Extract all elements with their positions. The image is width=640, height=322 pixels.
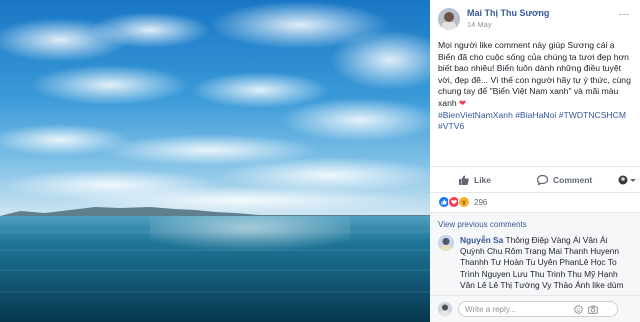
comment-body: Nguyễn Sa Thông Điệp Vàng Ái Vân Ái Quỳn… xyxy=(460,235,632,291)
post-photo[interactable] xyxy=(0,0,430,322)
wow-reaction-icon xyxy=(458,196,470,208)
reply-composer: Write a reply... xyxy=(430,295,640,322)
post-viewer: Mai Thị Thu Sương 14 May ··· Mọi người l… xyxy=(0,0,640,322)
more-options-icon[interactable]: ··· xyxy=(619,9,631,20)
comment-label: Comment xyxy=(553,174,593,185)
post-hashtags[interactable]: #BienVietNamXanh #BiaHaNoi #TWDTNCSHCM #… xyxy=(438,110,626,132)
author-name[interactable]: Mai Thị Thu Sương xyxy=(467,8,549,19)
speech-bubble-icon xyxy=(537,174,549,185)
author-avatar[interactable] xyxy=(438,8,460,30)
heart-emoji-icon: ❤ xyxy=(459,97,467,108)
emoji-icon[interactable] xyxy=(574,304,583,314)
current-user-avatar xyxy=(438,302,452,316)
action-bar: Like Comment xyxy=(430,166,640,193)
comment-item: Nguyễn Sa Thông Điệp Vàng Ái Vân Ái Quỳn… xyxy=(430,229,640,291)
love-reaction-glyph xyxy=(451,200,457,205)
sea-sky-image xyxy=(0,0,430,322)
like-label: Like xyxy=(474,174,492,185)
commenter-name[interactable]: Nguyễn Sa xyxy=(460,235,503,245)
commenter-avatar[interactable] xyxy=(438,235,454,251)
reaction-count: 296 xyxy=(474,197,488,207)
like-reaction-glyph xyxy=(441,199,447,205)
post-text: Mọi người like comment này giúp Sương cá… xyxy=(438,40,631,108)
comments-section: View previous comments Nguyễn Sa Thông Đ… xyxy=(430,212,640,322)
reply-tools xyxy=(574,304,598,314)
author-block: Mai Thị Thu Sương 14 May xyxy=(467,8,549,30)
view-previous-comments-link[interactable]: View previous comments xyxy=(430,213,640,229)
reaction-summary[interactable]: 296 xyxy=(438,196,487,208)
profile-dropdown-icon xyxy=(618,175,637,184)
post-text-block: Mọi người like comment này giúp Sương cá… xyxy=(430,36,640,133)
post-date[interactable]: 14 May xyxy=(467,19,549,30)
like-button[interactable]: Like xyxy=(458,175,491,185)
author-avatar-image xyxy=(438,8,460,30)
current-user-avatar-image xyxy=(438,302,452,316)
comment-button[interactable]: Comment xyxy=(537,174,593,185)
commenter-avatar-image xyxy=(438,235,454,251)
post-panel: Mai Thị Thu Sương 14 May ··· Mọi người l… xyxy=(430,0,640,322)
post-as-selector[interactable] xyxy=(618,175,640,185)
post-header: Mai Thị Thu Sương 14 May ··· xyxy=(430,0,640,36)
wow-reaction-glyph xyxy=(462,200,466,205)
camera-icon[interactable] xyxy=(588,305,598,314)
thumbs-up-icon xyxy=(459,175,469,185)
